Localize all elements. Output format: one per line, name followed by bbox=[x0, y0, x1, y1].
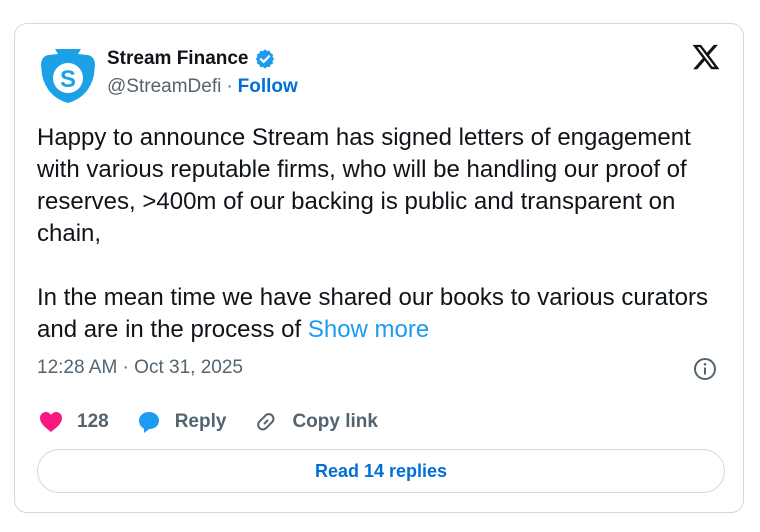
tweet-paragraph-2: In the mean time we have shared our book… bbox=[37, 282, 727, 346]
x-logo-icon[interactable] bbox=[691, 42, 721, 72]
copy-link-button[interactable]: Copy link bbox=[254, 410, 378, 434]
tweet-text: Happy to announce Stream has signed lett… bbox=[37, 122, 727, 346]
verified-badge-icon bbox=[255, 49, 274, 69]
read-replies-button[interactable]: Read 14 replies bbox=[37, 449, 725, 493]
tweet-actions: 128 Reply Copy link bbox=[39, 410, 406, 434]
reply-label: Reply bbox=[174, 411, 227, 432]
separator-dot: · bbox=[226, 76, 233, 97]
follow-button[interactable]: Follow bbox=[238, 76, 298, 98]
heart-icon bbox=[40, 412, 62, 432]
info-icon[interactable] bbox=[693, 357, 717, 381]
link-icon bbox=[257, 413, 275, 431]
reply-button[interactable]: Reply bbox=[137, 410, 227, 434]
stream-finance-logo-icon[interactable]: S bbox=[39, 45, 97, 105]
copy-link-label: Copy link bbox=[292, 411, 378, 432]
like-count: 128 bbox=[77, 411, 109, 432]
author-handle-row: @StreamDefi · Follow bbox=[107, 76, 298, 98]
author-name[interactable]: Stream Finance bbox=[107, 48, 249, 70]
tweet-paragraph-1: Happy to announce Stream has signed lett… bbox=[37, 124, 691, 247]
svg-text:S: S bbox=[60, 66, 76, 93]
like-button[interactable]: 128 bbox=[39, 411, 109, 433]
reply-bubble-icon bbox=[138, 412, 159, 433]
tweet-card: S Stream Finance @StreamDefi · Follow Ha… bbox=[14, 23, 744, 513]
tweet-timestamp[interactable]: 12:28 AM · Oct 31, 2025 bbox=[37, 357, 243, 379]
show-more-link[interactable]: Show more bbox=[308, 316, 429, 343]
author-handle[interactable]: @StreamDefi bbox=[107, 76, 221, 98]
author-name-row[interactable]: Stream Finance bbox=[107, 48, 276, 70]
